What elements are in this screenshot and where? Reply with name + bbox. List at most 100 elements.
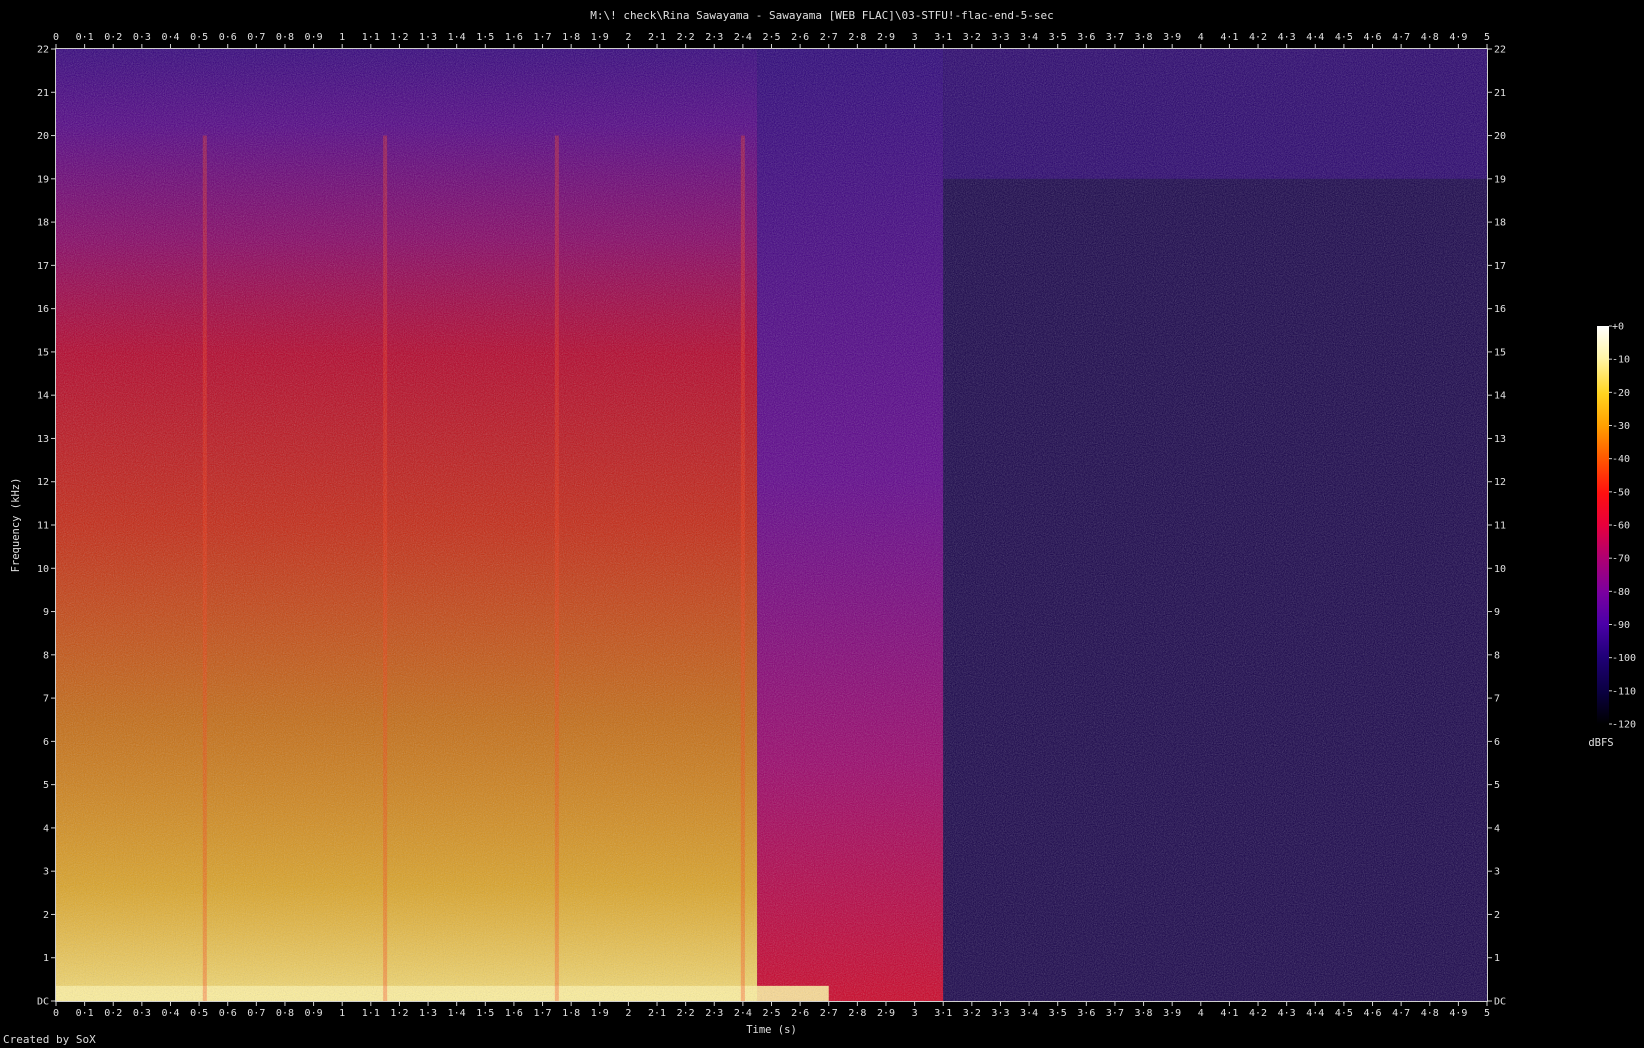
y-tick-label-right: 21 [1494,88,1506,99]
y-tick-label-left: 3 [43,867,49,878]
x-tick-label-bottom: 3·5 [1049,1008,1067,1019]
x-tick-label-top: 4 [1198,32,1204,43]
x-tick-label-top: 0 [53,32,59,43]
x-tick-label-bottom: 1·2 [390,1008,408,1019]
x-tick-label-top: 4·2 [1249,32,1267,43]
spectrogram-noise-texture [56,49,1487,1001]
colorbar-tick-label: -90 [1612,620,1630,631]
y-tick-label-right: 11 [1494,521,1506,532]
x-tick-label-bottom: 1·7 [534,1008,552,1019]
y-tick-label-right: 18 [1494,218,1506,229]
y-tick-label-right: 15 [1494,347,1506,358]
x-tick-label-bottom: 3·7 [1106,1008,1124,1019]
x-tick-label-top: 0·4 [161,32,179,43]
x-tick-label-bottom: 4·7 [1392,1008,1410,1019]
x-tick-label-top: 4·4 [1306,32,1324,43]
y-tick-label-right: 3 [1494,867,1500,878]
x-tick-label-bottom: 2·5 [762,1008,780,1019]
colorbar-tick-label: -100 [1612,653,1636,664]
y-tick-label-right: 12 [1494,477,1506,488]
x-tick-label-bottom: 2·4 [734,1008,752,1019]
x-tick-label-bottom: 0·5 [190,1008,208,1019]
y-tick-label-left: 14 [37,391,49,402]
x-tick-label-top: 0·7 [247,32,265,43]
x-tick-label-top: 1·7 [534,32,552,43]
x-tick-label-top: 0·8 [276,32,294,43]
y-tick-label-right: 5 [1494,780,1500,791]
x-tick-label-top: 3·6 [1077,32,1095,43]
x-tick-label-top: 3·4 [1020,32,1038,43]
x-tick-label-bottom: 3 [912,1008,918,1019]
x-tick-label-top: 2·6 [791,32,809,43]
x-tick-label-top: 2 [625,32,631,43]
x-tick-label-bottom: 1 [339,1008,345,1019]
x-tick-label-bottom: 1·9 [591,1008,609,1019]
x-tick-label-bottom: 4·2 [1249,1008,1267,1019]
x-tick-label-bottom: 4·5 [1335,1008,1353,1019]
colorbar-tick-label: -60 [1612,521,1630,532]
x-tick-label-bottom: 1·5 [476,1008,494,1019]
colorbar-label: dBFS [1588,737,1613,749]
y-tick-label-left: 16 [37,304,49,315]
x-tick-label-top: 0·6 [219,32,237,43]
x-tick-label-bottom: 0·4 [161,1008,179,1019]
y-tick-label-right: 17 [1494,261,1506,272]
x-tick-label-top: 1 [339,32,345,43]
x-tick-label-bottom: 1·1 [362,1008,380,1019]
x-tick-label-top: 3·1 [934,32,952,43]
x-tick-label-top: 4·6 [1363,32,1381,43]
x-tick-label-bottom: 0·1 [76,1008,94,1019]
x-tick-label-bottom: 0·3 [133,1008,151,1019]
y-tick-label-right: 13 [1494,434,1506,445]
x-tick-label-bottom: 4·3 [1278,1008,1296,1019]
colorbar-tick-label: -20 [1612,388,1630,399]
x-tick-label-top: 0·2 [104,32,122,43]
y-tick-label-left: 10 [37,564,49,575]
x-tick-label-top: 1·3 [419,32,437,43]
y-tick-label-right: 4 [1494,823,1500,834]
x-tick-label-top: 3·2 [963,32,981,43]
x-tick-label-top: 0·3 [133,32,151,43]
y-tick-label-left: 4 [43,823,49,834]
x-tick-label-top: 3·8 [1135,32,1153,43]
y-tick-label-left: 19 [37,174,49,185]
x-tick-label-bottom: 0 [53,1008,59,1019]
y-tick-label-right: 10 [1494,564,1506,575]
x-tick-label-bottom: 3·6 [1077,1008,1095,1019]
y-tick-label-left: 5 [43,780,49,791]
x-tick-label-top: 3·5 [1049,32,1067,43]
y-tick-label-left: 6 [43,737,49,748]
x-tick-label-top: 1·9 [591,32,609,43]
y-tick-label-right: DC [1494,997,1506,1008]
x-tick-label-bottom: 5 [1484,1008,1490,1019]
x-tick-label-bottom: 2·7 [820,1008,838,1019]
x-tick-label-bottom: 2·3 [705,1008,723,1019]
colorbar-tick-label: -110 [1612,686,1636,697]
x-tick-label-top: 0·1 [76,32,94,43]
x-tick-label-top: 4·3 [1278,32,1296,43]
x-tick-label-top: 2·1 [648,32,666,43]
x-axis-label: Time (s) [746,1024,797,1036]
y-tick-label-right: 20 [1494,131,1506,142]
colorbar-tick-label: -120 [1612,720,1636,731]
y-axis-label: Frequency (kHz) [10,478,22,573]
y-tick-label-left: 13 [37,434,49,445]
x-tick-label-top: 2·8 [848,32,866,43]
x-tick-label-top: 2·2 [677,32,695,43]
y-tick-label-right: 16 [1494,304,1506,315]
y-tick-label-left: 9 [43,607,49,618]
x-tick-label-top: 5 [1484,32,1490,43]
colorbar-tick-label: -40 [1612,454,1630,465]
x-tick-label-bottom: 0·7 [247,1008,265,1019]
x-tick-label-bottom: 4·4 [1306,1008,1324,1019]
y-tick-label-left: 12 [37,477,49,488]
x-tick-label-bottom: 3·8 [1135,1008,1153,1019]
y-tick-label-left: 20 [37,131,49,142]
x-tick-label-bottom: 4·1 [1220,1008,1238,1019]
y-tick-label-right: 8 [1494,650,1500,661]
x-tick-label-top: 4·7 [1392,32,1410,43]
y-tick-label-left: 1 [43,953,49,964]
x-tick-label-top: 2·3 [705,32,723,43]
x-tick-label-bottom: 4·6 [1363,1008,1381,1019]
x-tick-label-bottom: 1·6 [505,1008,523,1019]
